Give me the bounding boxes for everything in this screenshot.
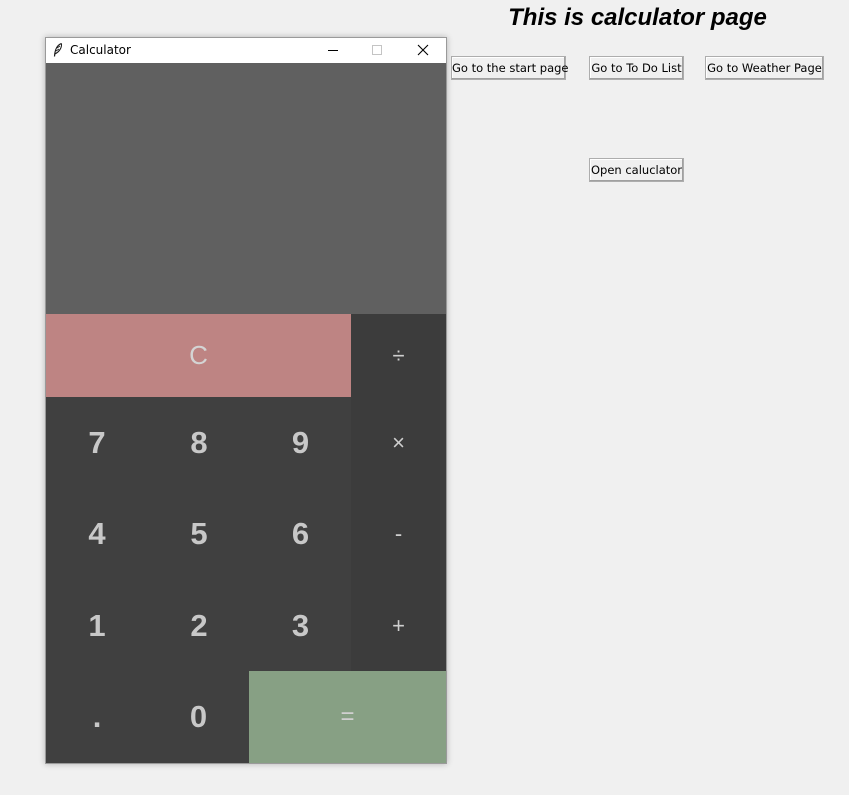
digit-2-button[interactable]: 2 <box>148 580 250 671</box>
subtract-button[interactable]: - <box>351 488 446 580</box>
maximize-icon <box>371 41 383 60</box>
close-icon <box>417 41 429 60</box>
window-title: Calculator <box>70 43 131 57</box>
digit-8-button[interactable]: 8 <box>148 397 250 488</box>
digit-5-button[interactable]: 5 <box>148 488 250 580</box>
digit-4-button[interactable]: 4 <box>46 488 148 580</box>
feather-icon <box>53 42 63 58</box>
window-titlebar[interactable]: Calculator <box>46 38 446 63</box>
decimal-button[interactable]: . <box>46 671 148 763</box>
calculator-display <box>46 63 446 314</box>
add-button[interactable]: + <box>351 580 446 671</box>
digit-1-button[interactable]: 1 <box>46 580 148 671</box>
open-calculator-button[interactable]: Open caluclator <box>589 158 684 182</box>
go-to-start-page-button[interactable]: Go to the start page <box>451 56 569 80</box>
go-to-todo-list-button[interactable]: Go to To Do List <box>589 56 684 80</box>
calculator-window: Calculator C ÷ 7 8 9 × 4 5 6 - 1 2 3 + . <box>45 37 447 764</box>
divide-button[interactable]: ÷ <box>351 314 446 397</box>
page-title: This is calculator page <box>508 4 767 31</box>
digit-6-button[interactable]: 6 <box>250 488 351 580</box>
digit-7-button[interactable]: 7 <box>46 397 148 488</box>
go-to-weather-page-button[interactable]: Go to Weather Page <box>705 56 824 80</box>
minimize-button[interactable] <box>310 38 356 63</box>
digit-3-button[interactable]: 3 <box>250 580 351 671</box>
digit-0-button[interactable]: 0 <box>148 671 249 763</box>
equals-button[interactable]: = <box>249 671 446 763</box>
minimize-icon <box>327 41 339 60</box>
close-button[interactable] <box>400 38 446 63</box>
multiply-button[interactable]: × <box>351 397 446 488</box>
clear-button[interactable]: C <box>46 314 351 397</box>
maximize-button[interactable] <box>354 38 400 63</box>
digit-9-button[interactable]: 9 <box>250 397 351 488</box>
